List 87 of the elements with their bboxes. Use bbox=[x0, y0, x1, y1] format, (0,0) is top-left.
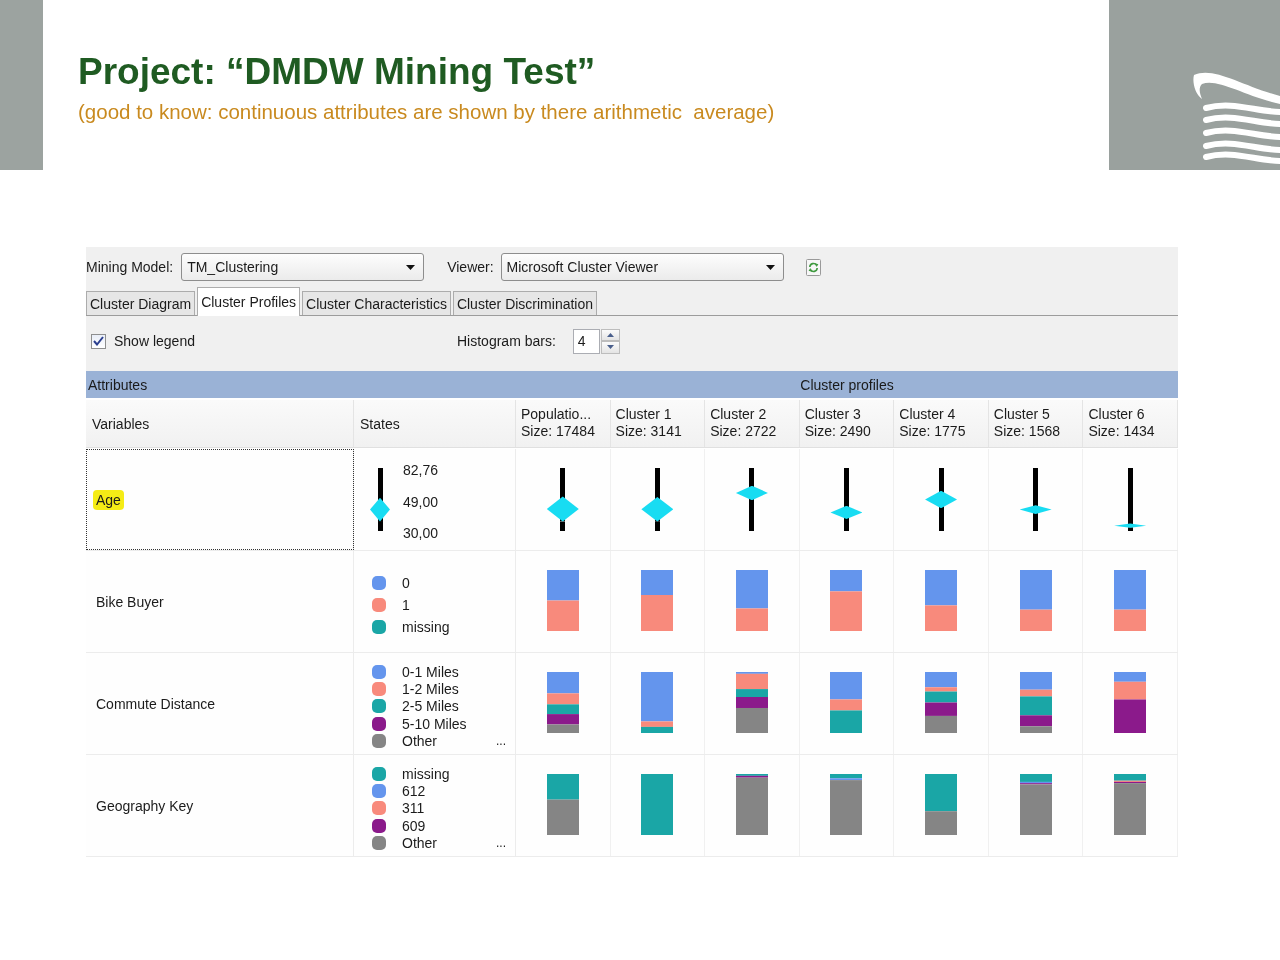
caret-up-icon bbox=[606, 332, 614, 337]
histogram-bar bbox=[1114, 774, 1147, 835]
more-indicator: ... bbox=[496, 734, 506, 749]
state-label: 1-2 Miles bbox=[402, 681, 459, 698]
spin-up-button[interactable] bbox=[600, 328, 620, 341]
histogram-bar bbox=[735, 774, 768, 835]
state-label: 0-1 Miles bbox=[402, 663, 459, 680]
histogram-bar bbox=[641, 672, 674, 733]
histogram-bar bbox=[925, 672, 958, 733]
histogram-bar bbox=[641, 774, 674, 835]
cluster-name: Cluster 2 bbox=[710, 406, 767, 423]
slide-subtitle: (good to know: continuous attributes are shown by there arithmetic average) bbox=[78, 99, 775, 125]
state-label: 0 bbox=[402, 574, 410, 591]
tab[interactable]: Cluster Profiles bbox=[197, 287, 301, 316]
histogram-bar bbox=[546, 672, 579, 733]
cluster-size: Size: 3141 bbox=[615, 423, 682, 440]
histogram-bar bbox=[830, 672, 863, 733]
histogram-bar bbox=[1019, 570, 1052, 631]
tab[interactable]: Cluster Diagram bbox=[86, 291, 196, 315]
state-label: 311 bbox=[402, 800, 425, 817]
histogram-bar bbox=[1019, 774, 1052, 835]
histogram-bar bbox=[735, 672, 768, 733]
variable-name: Bike Buyer bbox=[95, 592, 165, 612]
tab[interactable]: Cluster Discrimination bbox=[452, 291, 598, 315]
cluster-name: Cluster 4 bbox=[899, 406, 956, 423]
field-label: Mining Model: bbox=[86, 259, 174, 275]
field-label: Viewer: bbox=[447, 259, 494, 275]
viewer-dropdown[interactable]: Microsoft Cluster Viewer bbox=[500, 253, 784, 281]
caret-down-icon bbox=[406, 264, 416, 270]
state-label: Other bbox=[402, 835, 437, 852]
histogram-bar bbox=[546, 570, 579, 631]
state-label: 609 bbox=[402, 817, 426, 834]
checkbox-label: Show legend bbox=[114, 333, 195, 349]
caret-down-icon bbox=[765, 264, 775, 270]
cluster-size: Size: 17484 bbox=[521, 423, 595, 440]
state-label: 612 bbox=[402, 783, 426, 800]
cluster-name: Populatio... bbox=[521, 406, 592, 423]
histogram-bar bbox=[830, 570, 863, 631]
section-heading: Cluster profiles bbox=[800, 376, 894, 393]
cluster-size: Size: 2722 bbox=[710, 423, 777, 440]
cluster-size: Size: 1434 bbox=[1088, 423, 1155, 440]
variable-name: Geography Key bbox=[95, 796, 195, 816]
scale-label: 30,00 bbox=[403, 525, 439, 542]
state-label: missing bbox=[402, 765, 450, 782]
histogram-bar bbox=[641, 570, 674, 631]
cluster-name: Cluster 5 bbox=[993, 406, 1050, 423]
histogram-bar bbox=[1019, 672, 1052, 733]
cluster-size: Size: 1775 bbox=[899, 423, 966, 440]
state-label: 2-5 Miles bbox=[402, 698, 459, 715]
histogram-bar bbox=[735, 570, 768, 631]
state-label: missing bbox=[402, 618, 450, 635]
histogram-bar bbox=[830, 774, 863, 835]
section-heading: Attributes bbox=[88, 376, 148, 393]
cluster-size: Size: 1568 bbox=[993, 423, 1060, 440]
state-label: Other bbox=[402, 733, 437, 750]
field-label: Histogram bars: bbox=[457, 333, 556, 349]
histogram-bar bbox=[925, 774, 958, 835]
variable-name: Commute Distance bbox=[95, 694, 217, 714]
scale-label: 49,00 bbox=[403, 493, 439, 511]
variable-cell[interactable]: Commute Distance bbox=[86, 653, 354, 754]
variable-cell[interactable]: Geography Key bbox=[86, 755, 354, 856]
cluster-name: Cluster 1 bbox=[615, 406, 672, 423]
refresh-icon[interactable] bbox=[805, 258, 821, 276]
check-icon bbox=[93, 336, 104, 346]
histogram-bar bbox=[1114, 672, 1147, 733]
state-label: 5-10 Miles bbox=[402, 715, 467, 732]
slide-title: Project: “DMDW Mining Test” bbox=[78, 50, 596, 94]
more-indicator: ... bbox=[496, 836, 506, 851]
spin-field[interactable]: 4 bbox=[572, 328, 600, 354]
state-label: 1 bbox=[402, 596, 410, 613]
checkbox[interactable] bbox=[91, 333, 106, 349]
scale-label: 82,76 bbox=[403, 462, 439, 479]
histogram-bar bbox=[925, 570, 958, 631]
variable-name: Age bbox=[93, 489, 124, 510]
caret-down-icon bbox=[606, 345, 614, 350]
cluster-name: Cluster 6 bbox=[1088, 406, 1145, 423]
mining-model-dropdown[interactable]: TM_Clustering bbox=[181, 253, 425, 281]
variable-cell[interactable]: Bike Buyer bbox=[86, 551, 354, 652]
cluster-name: Cluster 3 bbox=[804, 406, 861, 423]
histogram-bar bbox=[1114, 570, 1147, 631]
histogram-bar bbox=[546, 774, 579, 835]
column-heading: Variables bbox=[92, 415, 150, 432]
spin-down-button[interactable] bbox=[600, 341, 620, 354]
cluster-size: Size: 2490 bbox=[804, 423, 871, 440]
tab[interactable]: Cluster Characteristics bbox=[302, 291, 451, 315]
column-heading: States bbox=[360, 415, 400, 432]
variable-cell[interactable]: Age bbox=[86, 449, 354, 550]
